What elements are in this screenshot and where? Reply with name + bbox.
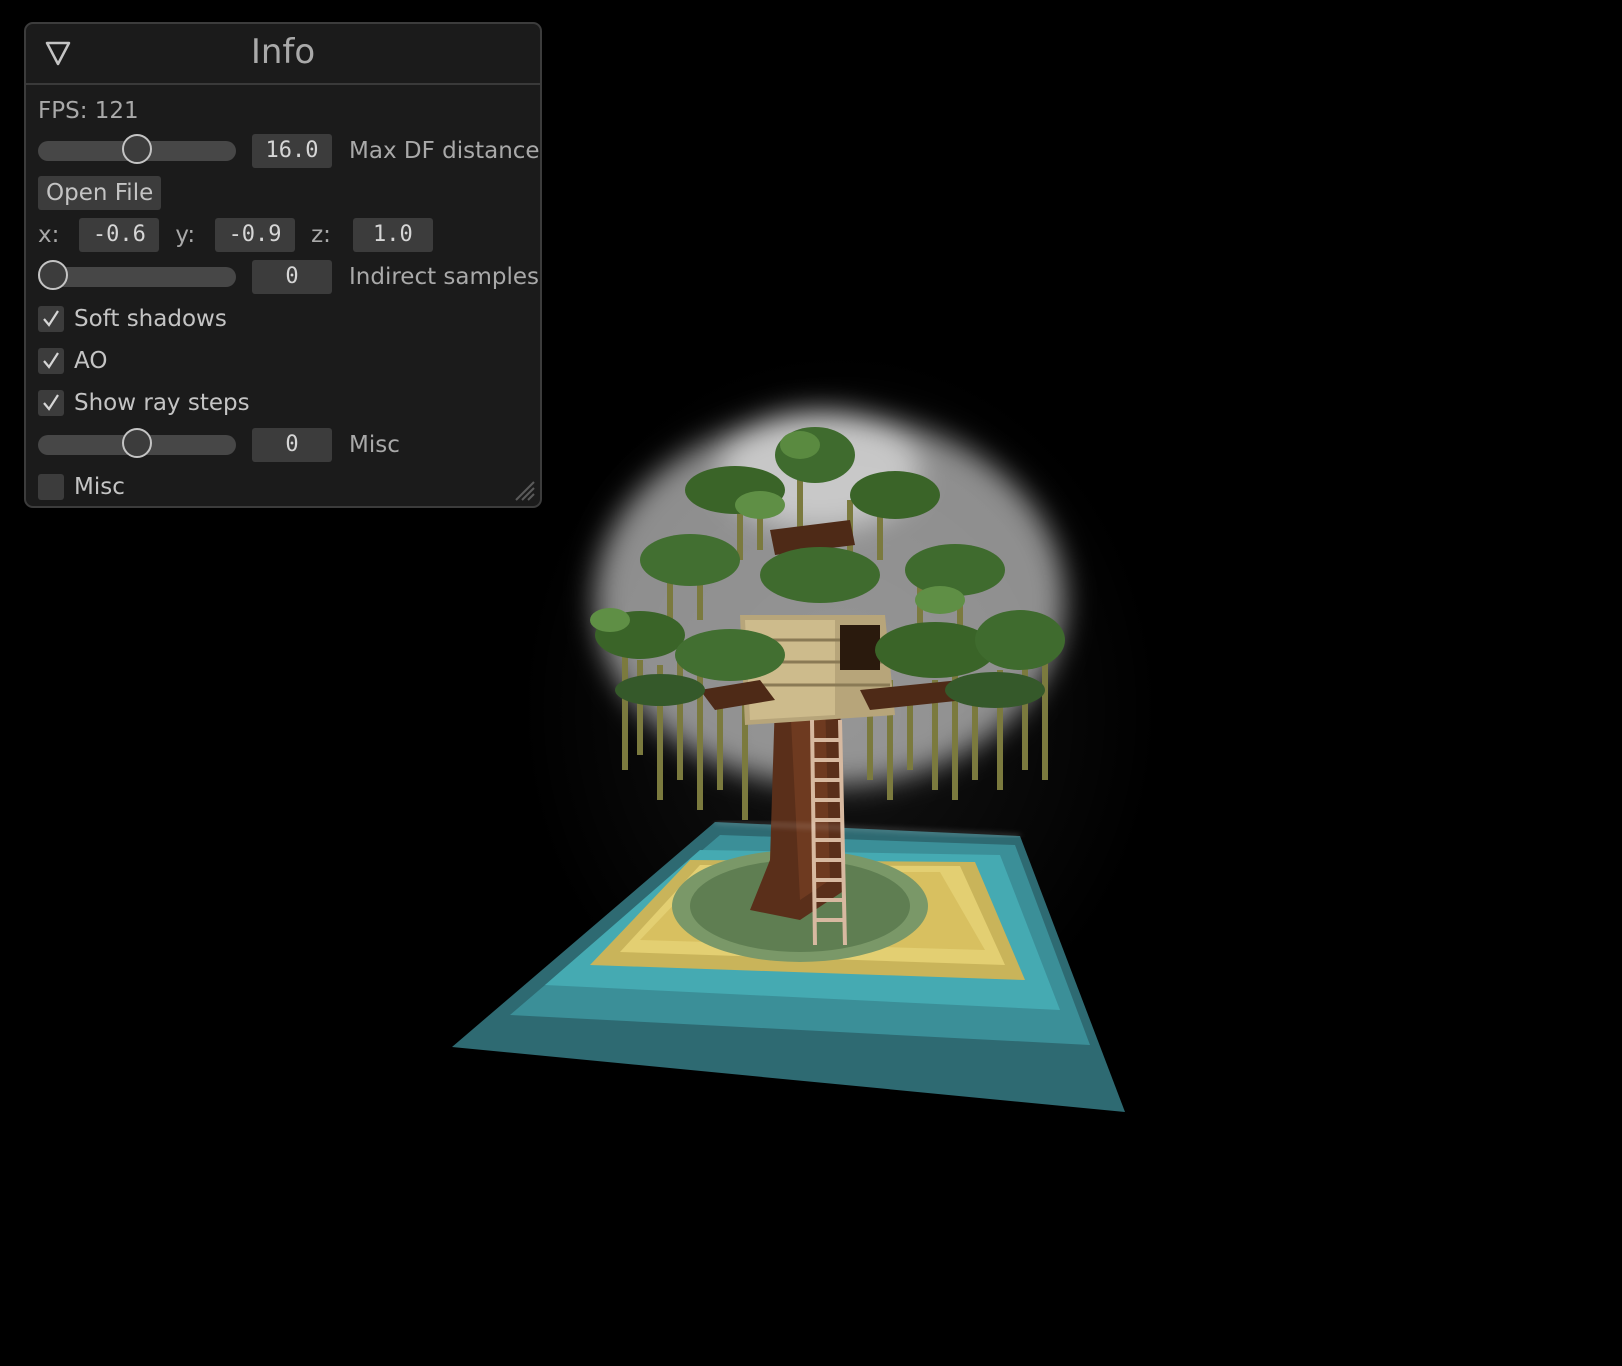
x-value[interactable]: -0.6 bbox=[79, 218, 160, 252]
open-file-button[interactable]: Open File bbox=[38, 176, 162, 210]
soft-shadows-checkbox[interactable] bbox=[38, 306, 64, 332]
ao-row[interactable]: AO bbox=[38, 343, 530, 379]
show-ray-steps-label[interactable]: Show ray steps bbox=[74, 390, 250, 416]
y-label: y: bbox=[175, 222, 196, 248]
indirect-value[interactable]: 0 bbox=[252, 260, 332, 294]
soft-shadows-label[interactable]: Soft shadows bbox=[74, 306, 227, 332]
checkmark-icon bbox=[43, 310, 59, 327]
misc-checkbox-label[interactable]: Misc bbox=[74, 474, 125, 500]
z-value[interactable]: 1.0 bbox=[352, 218, 433, 252]
z-label: z: bbox=[311, 222, 331, 248]
max-df-row: 16.0 Max DF distance bbox=[38, 133, 540, 169]
open-file-row: Open File bbox=[38, 175, 530, 211]
max-df-label: Max DF distance bbox=[349, 138, 540, 164]
max-df-slider[interactable] bbox=[38, 134, 236, 164]
x-label: x: bbox=[38, 222, 60, 248]
panel-title: Info bbox=[250, 32, 316, 72]
misc-slider-row: 0 Misc bbox=[38, 427, 530, 463]
indirect-slider[interactable] bbox=[38, 260, 236, 290]
checkmark-icon bbox=[43, 352, 59, 369]
panel-header[interactable]: Info bbox=[26, 24, 540, 85]
position-row: x: -0.6 y: -0.9 z: 1.0 bbox=[38, 217, 530, 253]
misc-checkbox[interactable] bbox=[38, 474, 64, 500]
misc-value[interactable]: 0 bbox=[252, 428, 332, 462]
info-panel: Info FPS: 121 16.0 Max DF distance Open … bbox=[24, 22, 542, 508]
indirect-label: Indirect samples bbox=[349, 264, 540, 290]
show-ray-steps-row[interactable]: Show ray steps bbox=[38, 385, 530, 421]
max-df-value[interactable]: 16.0 bbox=[252, 134, 332, 168]
ao-checkbox[interactable] bbox=[38, 348, 64, 374]
ao-label[interactable]: AO bbox=[74, 348, 107, 374]
render-viewport[interactable]: Info FPS: 121 16.0 Max DF distance Open … bbox=[0, 0, 1622, 1366]
misc-checkbox-row[interactable]: Misc bbox=[38, 469, 530, 505]
fps-readout: FPS: 121 bbox=[38, 98, 139, 124]
misc-slider-label: Misc bbox=[349, 432, 400, 458]
slider-knob[interactable] bbox=[122, 134, 152, 164]
indirect-row: 0 Indirect samples bbox=[38, 259, 539, 295]
slider-knob[interactable] bbox=[122, 428, 152, 458]
resize-grip-icon[interactable] bbox=[512, 478, 536, 502]
soft-shadows-row[interactable]: Soft shadows bbox=[38, 301, 530, 337]
checkmark-icon bbox=[43, 394, 59, 411]
show-ray-steps-checkbox[interactable] bbox=[38, 390, 64, 416]
slider-knob[interactable] bbox=[38, 260, 68, 290]
y-value[interactable]: -0.9 bbox=[215, 218, 296, 252]
misc-slider[interactable] bbox=[38, 428, 236, 458]
